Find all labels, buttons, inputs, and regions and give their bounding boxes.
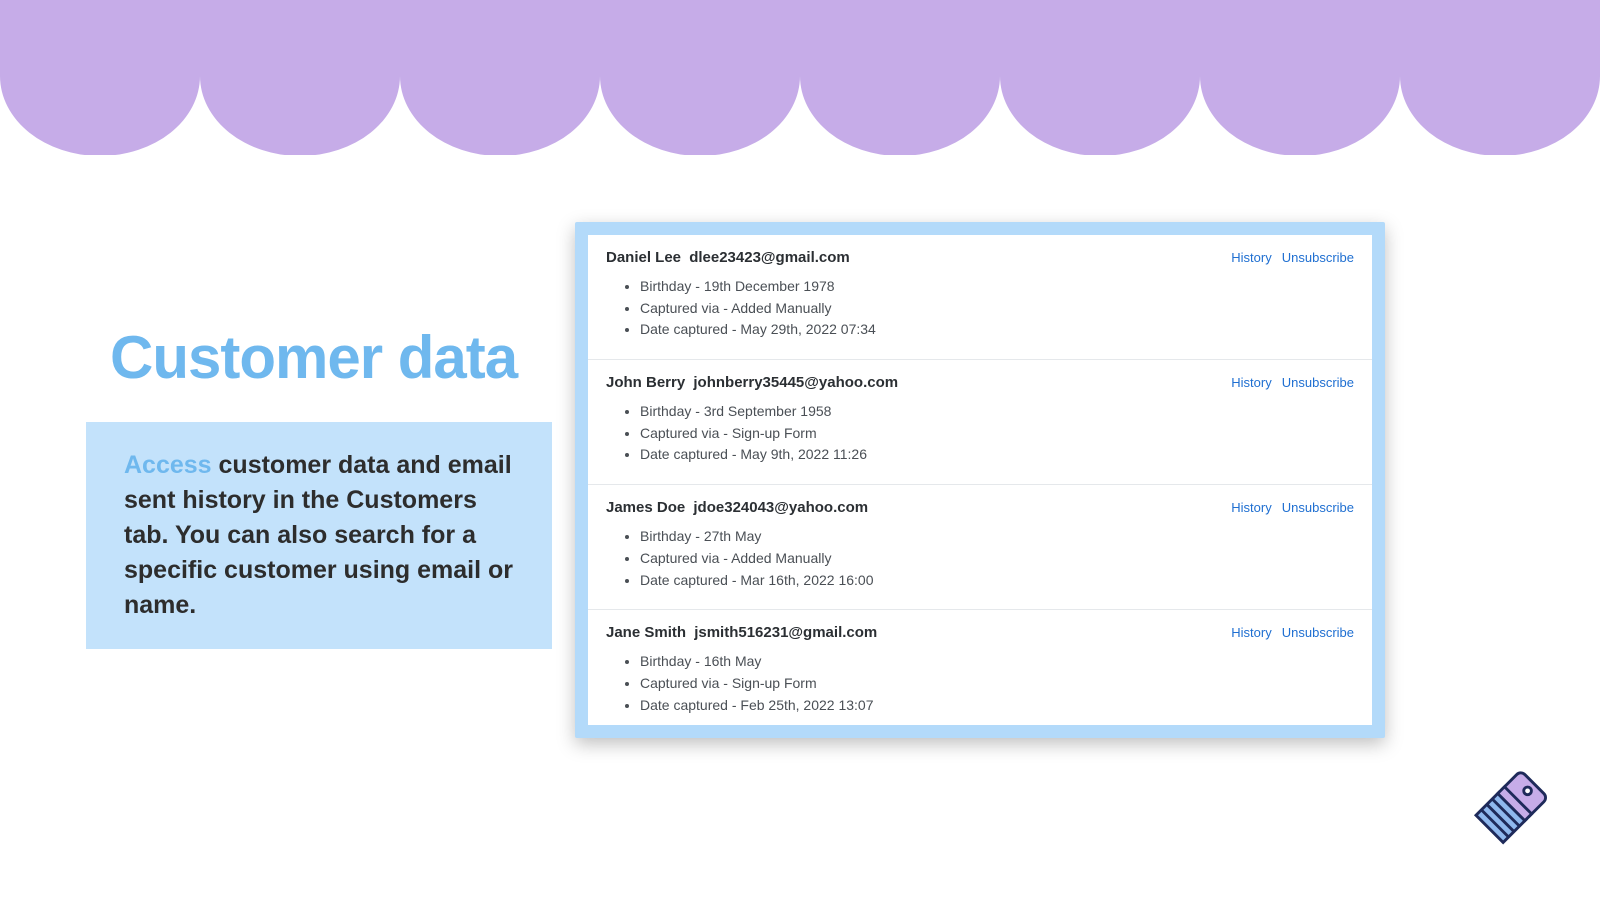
customer-email: jsmith516231@gmail.com bbox=[694, 624, 877, 641]
customer-panel: Daniel Lee dlee23423@gmail.com History U… bbox=[575, 222, 1385, 738]
customer-row: James Doe jdoe324043@yahoo.com History U… bbox=[588, 485, 1372, 610]
customer-date-captured: Date captured - May 29th, 2022 07:34 bbox=[640, 319, 1354, 341]
history-link[interactable]: History bbox=[1231, 625, 1271, 640]
customer-row: Daniel Lee dlee23423@gmail.com History U… bbox=[588, 235, 1372, 360]
customer-name: Daniel Lee bbox=[606, 249, 681, 266]
customer-name: James Doe bbox=[606, 499, 685, 516]
customer-list: Daniel Lee dlee23423@gmail.com History U… bbox=[588, 235, 1372, 725]
description-accent: Access bbox=[124, 451, 212, 479]
customer-email: johnberry35445@yahoo.com bbox=[693, 374, 898, 391]
customer-birthday: Birthday - 27th May bbox=[640, 526, 1354, 548]
customer-captured-via: Captured via - Added Manually bbox=[640, 548, 1354, 570]
customer-captured-via: Captured via - Added Manually bbox=[640, 298, 1354, 320]
page-title: Customer data bbox=[110, 323, 517, 392]
customer-captured-via: Captured via - Sign-up Form bbox=[640, 673, 1354, 695]
customer-row: John Berry johnberry35445@yahoo.com Hist… bbox=[588, 360, 1372, 485]
history-link[interactable]: History bbox=[1231, 250, 1271, 265]
price-tag-icon bbox=[1466, 770, 1562, 866]
customer-date-captured: Date captured - Feb 25th, 2022 13:07 bbox=[640, 695, 1354, 717]
unsubscribe-link[interactable]: Unsubscribe bbox=[1282, 500, 1354, 515]
unsubscribe-link[interactable]: Unsubscribe bbox=[1282, 250, 1354, 265]
customer-captured-via: Captured via - Sign-up Form bbox=[640, 423, 1354, 445]
customer-date-captured: Date captured - Mar 16th, 2022 16:00 bbox=[640, 570, 1354, 592]
customer-date-captured: Date captured - May 9th, 2022 11:26 bbox=[640, 444, 1354, 466]
scallop-banner bbox=[0, 0, 1600, 155]
customer-email: dlee23423@gmail.com bbox=[689, 249, 850, 266]
description-box: Access customer data and email sent hist… bbox=[86, 422, 552, 649]
customer-name: Jane Smith bbox=[606, 624, 686, 641]
customer-birthday: Birthday - 3rd September 1958 bbox=[640, 401, 1354, 423]
unsubscribe-link[interactable]: Unsubscribe bbox=[1282, 625, 1354, 640]
history-link[interactable]: History bbox=[1231, 500, 1271, 515]
customer-birthday: Birthday - 16th May bbox=[640, 651, 1354, 673]
customer-email: jdoe324043@yahoo.com bbox=[693, 499, 868, 516]
history-link[interactable]: History bbox=[1231, 375, 1271, 390]
customer-row: Jane Smith jsmith516231@gmail.com Histor… bbox=[588, 610, 1372, 725]
unsubscribe-link[interactable]: Unsubscribe bbox=[1282, 375, 1354, 390]
description-text: Access customer data and email sent hist… bbox=[124, 448, 514, 623]
customer-name: John Berry bbox=[606, 374, 685, 391]
customer-birthday: Birthday - 19th December 1978 bbox=[640, 276, 1354, 298]
